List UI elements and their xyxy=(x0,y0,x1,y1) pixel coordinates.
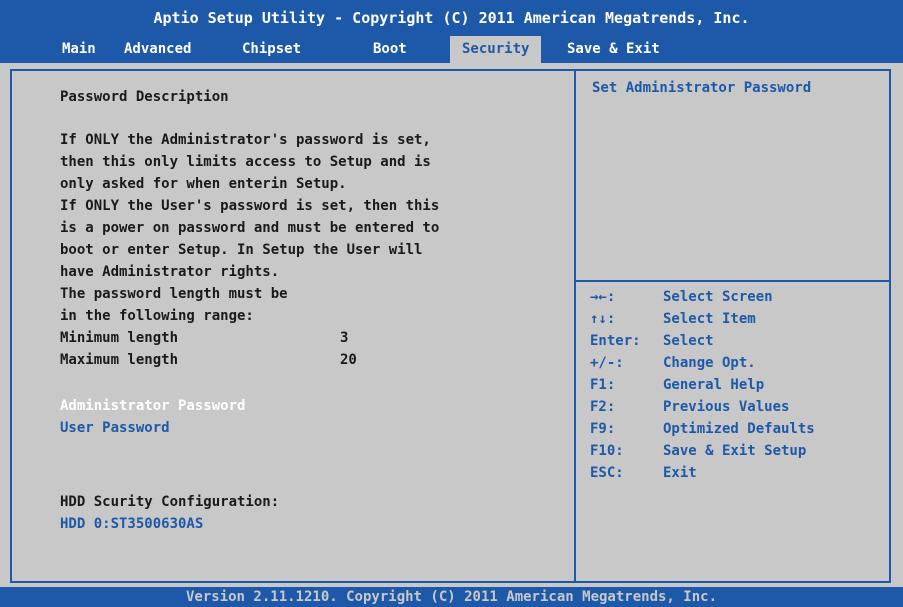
tab-bar: Main Advanced Chipset Boot Security Save… xyxy=(0,36,903,63)
key-action: Change Opt. xyxy=(663,355,756,371)
key-help-row: ESC: Exit xyxy=(590,462,815,484)
maximum-length-row: Maximum length 20 xyxy=(60,349,560,371)
minimum-length-label: Minimum length xyxy=(60,330,179,346)
description-line: The password length must be xyxy=(60,286,288,302)
key-action: General Help xyxy=(663,377,765,393)
help-text: Set Administrator Password xyxy=(592,80,812,96)
key-label: +/-: xyxy=(590,355,624,371)
description-line: boot or enter Setup. In Setup the User w… xyxy=(60,242,423,258)
key-action: Previous Values xyxy=(663,399,790,415)
version-footer: Version 2.11.1210. Copyright (C) 2011 Am… xyxy=(0,587,903,607)
hdd-security-heading: HDD Scurity Configuration: xyxy=(60,494,280,510)
tab-save-exit[interactable]: Save & Exit xyxy=(567,36,660,63)
key-label: →←: xyxy=(590,289,616,305)
tab-chipset[interactable]: Chipset xyxy=(242,36,301,63)
key-label: F1: xyxy=(590,377,616,393)
key-label: F10: xyxy=(590,443,624,459)
vertical-divider xyxy=(574,71,576,581)
password-description-heading: Password Description xyxy=(60,89,229,105)
key-action: Save & Exit Setup xyxy=(663,443,807,459)
tab-boot[interactable]: Boot xyxy=(373,36,407,63)
description-line: only asked for when enterin Setup. xyxy=(60,176,347,192)
footer-text: Version 2.11.1210. Copyright (C) 2011 Am… xyxy=(185,589,717,605)
key-action: Select xyxy=(663,333,714,349)
key-help-row: Enter: Select xyxy=(590,330,815,352)
key-help-list: →←: Select Screen ↑↓: Select Item Enter:… xyxy=(590,286,815,484)
key-help-row: F9: Optimized Defaults xyxy=(590,418,815,440)
description-line: is a power on password and must be enter… xyxy=(60,220,440,236)
title-text: Aptio Setup Utility - Copyright (C) 2011… xyxy=(153,9,750,27)
tab-advanced[interactable]: Advanced xyxy=(124,36,191,63)
key-help-row: +/-: Change Opt. xyxy=(590,352,815,374)
hdd-0-item[interactable]: HDD 0:ST3500630AS xyxy=(60,513,560,535)
bios-screen: Aptio Setup Utility - Copyright (C) 2011… xyxy=(0,0,903,607)
description-line: then this only limits access to Setup an… xyxy=(60,154,431,170)
minimum-length-value: 3 xyxy=(340,330,349,346)
user-password-item[interactable]: User Password xyxy=(60,417,560,439)
key-help-row: F10: Save & Exit Setup xyxy=(590,440,815,462)
key-action: Select Item xyxy=(663,311,756,327)
tab-security[interactable]: Security xyxy=(450,36,542,63)
key-label: F9: xyxy=(590,421,616,437)
main-frame: Password Description If ONLY the Adminis… xyxy=(10,69,891,583)
maximum-length-label: Maximum length xyxy=(60,352,179,368)
key-action: Optimized Defaults xyxy=(663,421,815,437)
title-bar: Aptio Setup Utility - Copyright (C) 2011… xyxy=(0,0,903,36)
description-line: If ONLY the User's password is set, then… xyxy=(60,198,440,214)
key-help-row: ↑↓: Select Item xyxy=(590,308,815,330)
key-action: Select Screen xyxy=(663,289,773,305)
description-line: have Administrator rights. xyxy=(60,264,280,280)
help-divider xyxy=(576,280,889,282)
administrator-password-item[interactable]: Administrator Password xyxy=(60,395,560,417)
minimum-length-row: Minimum length 3 xyxy=(60,327,560,349)
description-line: in the following range: xyxy=(60,308,254,324)
key-help-row: F2: Previous Values xyxy=(590,396,815,418)
settings-panel: Password Description If ONLY the Adminis… xyxy=(60,86,560,535)
key-label: ↑↓: xyxy=(590,311,616,327)
key-help-row: F1: General Help xyxy=(590,374,815,396)
key-action: Exit xyxy=(663,465,697,481)
key-label: Enter: xyxy=(590,333,641,349)
key-label: F2: xyxy=(590,399,616,415)
description-line: If ONLY the Administrator's password is … xyxy=(60,132,431,148)
key-help-row: →←: Select Screen xyxy=(590,286,815,308)
key-label: ESC: xyxy=(590,465,624,481)
tab-main[interactable]: Main xyxy=(62,36,96,63)
maximum-length-value: 20 xyxy=(340,352,357,368)
